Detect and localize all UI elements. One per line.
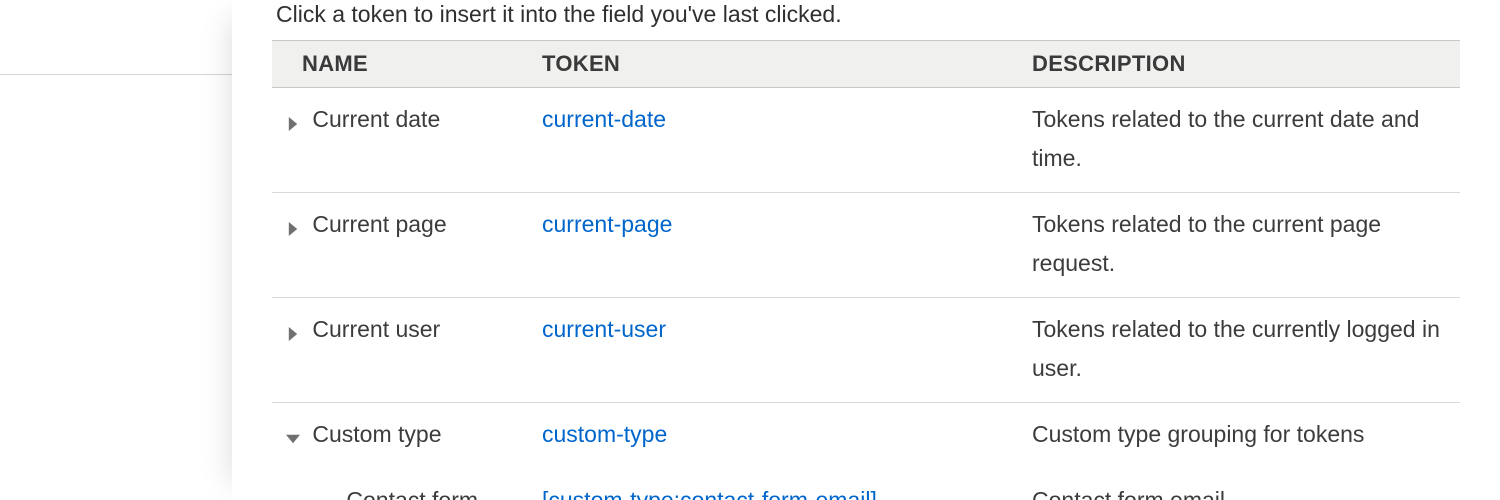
col-header-description[interactable]: DESCRIPTION bbox=[1024, 40, 1460, 87]
table-row: Current page current-page Tokens related… bbox=[272, 193, 1460, 298]
row-name: Current page bbox=[312, 211, 446, 237]
help-text: Click a token to insert it into the fiel… bbox=[272, 0, 1460, 40]
chevron-right-icon[interactable] bbox=[280, 209, 306, 248]
token-panel: Click a token to insert it into the fiel… bbox=[232, 0, 1500, 500]
row-name: Current date bbox=[312, 106, 440, 132]
row-description: Tokens related to the current page reque… bbox=[1024, 193, 1460, 298]
row-description: Custom type grouping for tokens bbox=[1024, 403, 1460, 469]
col-header-token[interactable]: TOKEN bbox=[534, 40, 1024, 87]
chevron-right-icon[interactable] bbox=[280, 314, 306, 353]
token-link[interactable]: [custom-type:contact-form-email] bbox=[542, 487, 877, 500]
row-description: Contact form email bbox=[1024, 469, 1460, 500]
token-link[interactable]: current-date bbox=[542, 106, 666, 132]
chevron-right-icon[interactable] bbox=[280, 104, 306, 143]
row-name: Contact form bbox=[312, 481, 478, 500]
table-row: Current user current-user Tokens related… bbox=[272, 298, 1460, 403]
token-link[interactable]: custom-type bbox=[542, 421, 667, 447]
table-row: Contact form email [custom-type:contact-… bbox=[272, 469, 1460, 500]
left-sidebar bbox=[0, 0, 232, 500]
row-name: Custom type bbox=[312, 421, 441, 447]
row-description: Tokens related to the current date and t… bbox=[1024, 87, 1460, 192]
col-header-name[interactable]: NAME bbox=[272, 40, 534, 87]
chevron-down-icon[interactable] bbox=[280, 419, 306, 458]
sidebar-divider bbox=[0, 74, 232, 75]
token-table: NAME TOKEN DESCRIPTION Current date bbox=[272, 40, 1460, 500]
token-link[interactable]: current-user bbox=[542, 316, 666, 342]
token-link[interactable]: current-page bbox=[542, 211, 672, 237]
table-row: Custom type custom-type Custom type grou… bbox=[272, 403, 1460, 469]
row-name: Current user bbox=[312, 316, 440, 342]
row-description: Tokens related to the currently logged i… bbox=[1024, 298, 1460, 403]
table-row: Current date current-date Tokens related… bbox=[272, 87, 1460, 192]
